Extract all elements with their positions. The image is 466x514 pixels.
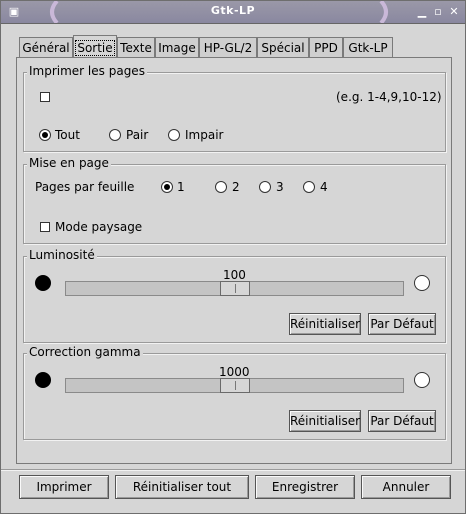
- gamma-label: Correction gamma: [27, 345, 143, 359]
- layout-label: Mise en page: [27, 156, 111, 170]
- radio-even-pages-label: Pair: [126, 128, 149, 142]
- layout-frame: Mise en page Pages par feuille 1 2 3 4 M…: [23, 156, 446, 244]
- radio-all-pages[interactable]: [39, 129, 51, 141]
- save-button[interactable]: Enregistrer: [255, 475, 355, 499]
- gamma-slider-thumb[interactable]: [220, 378, 250, 393]
- print-button[interactable]: Imprimer: [19, 475, 109, 499]
- brightness-max-icon: [414, 275, 430, 291]
- brightness-min-icon: [35, 275, 51, 291]
- print-pages-label: Imprimer les pages: [27, 64, 147, 78]
- minimize-icon[interactable]: ▁: [415, 5, 429, 18]
- tab-hpgl2[interactable]: HP-GL/2: [199, 37, 257, 57]
- radio-pages-1-label: 1: [177, 180, 185, 194]
- gamma-min-icon: [35, 372, 51, 388]
- gamma-default-button[interactable]: Par Défaut: [368, 410, 436, 432]
- gamma-reset-button[interactable]: Réinitialiser: [289, 410, 361, 432]
- radio-pages-3[interactable]: [259, 181, 271, 193]
- page-range-hint: (e.g. 1-4,9,10-12): [336, 90, 442, 104]
- radio-pages-1[interactable]: [161, 181, 173, 193]
- tab-gtklp[interactable]: Gtk-LP: [343, 37, 393, 57]
- brightness-label: Luminosité: [27, 248, 97, 262]
- title-bar[interactable]: ▣ Gtk-LP ▁ ▫ ✕: [1, 1, 465, 24]
- pages-per-sheet-label: Pages par feuille: [35, 180, 135, 194]
- radio-pages-3-label: 3: [276, 180, 284, 194]
- tab-texte[interactable]: Texte: [117, 37, 155, 57]
- tab-sortie-label: Sortie: [75, 40, 115, 56]
- reset-all-button[interactable]: Réinitialiser tout: [115, 475, 249, 499]
- brightness-slider-thumb[interactable]: [220, 281, 250, 296]
- brightness-default-button[interactable]: Par Défaut: [368, 313, 436, 335]
- cancel-button[interactable]: Annuler: [361, 475, 451, 499]
- brightness-slider[interactable]: [65, 281, 404, 296]
- tab-sortie[interactable]: Sortie: [73, 35, 117, 58]
- brightness-value: 100: [223, 268, 246, 282]
- brightness-frame: Luminosité 100 Réinitialiser Par Défaut: [23, 248, 446, 343]
- window-title: Gtk-LP: [210, 4, 256, 17]
- radio-pages-4[interactable]: [303, 181, 315, 193]
- close-icon[interactable]: ✕: [447, 5, 461, 18]
- gtklp-window: ▣ Gtk-LP ▁ ▫ ✕ Général Sortie Texte Imag…: [0, 0, 466, 514]
- radio-pages-4-label: 4: [320, 180, 328, 194]
- gamma-slider[interactable]: [65, 378, 404, 393]
- page-range-checkbox[interactable]: [40, 92, 50, 102]
- radio-all-pages-label: Tout: [55, 128, 80, 142]
- gamma-max-icon: [414, 372, 430, 388]
- landscape-label: Mode paysage: [55, 220, 143, 234]
- landscape-checkbox[interactable]: [40, 222, 50, 232]
- maximize-icon[interactable]: ▫: [431, 5, 445, 18]
- tab-general[interactable]: Général: [19, 37, 73, 57]
- tab-special[interactable]: Spécial: [257, 37, 309, 57]
- gamma-value: 1000: [219, 365, 250, 379]
- print-pages-frame: Imprimer les pages (e.g. 1-4,9,10-12) To…: [23, 64, 446, 152]
- radio-pages-2-label: 2: [232, 180, 240, 194]
- radio-even-pages[interactable]: [109, 129, 121, 141]
- radio-odd-pages[interactable]: [168, 129, 180, 141]
- gamma-frame: Correction gamma 1000 Réinitialiser Par …: [23, 345, 446, 440]
- tab-ppd[interactable]: PPD: [309, 37, 343, 57]
- footer-separator: [1, 469, 465, 470]
- radio-odd-pages-label: Impair: [185, 128, 224, 142]
- tab-content-panel: Imprimer les pages (e.g. 1-4,9,10-12) To…: [16, 57, 452, 464]
- brightness-reset-button[interactable]: Réinitialiser: [289, 313, 361, 335]
- tab-image[interactable]: Image: [155, 37, 199, 57]
- radio-pages-2[interactable]: [215, 181, 227, 193]
